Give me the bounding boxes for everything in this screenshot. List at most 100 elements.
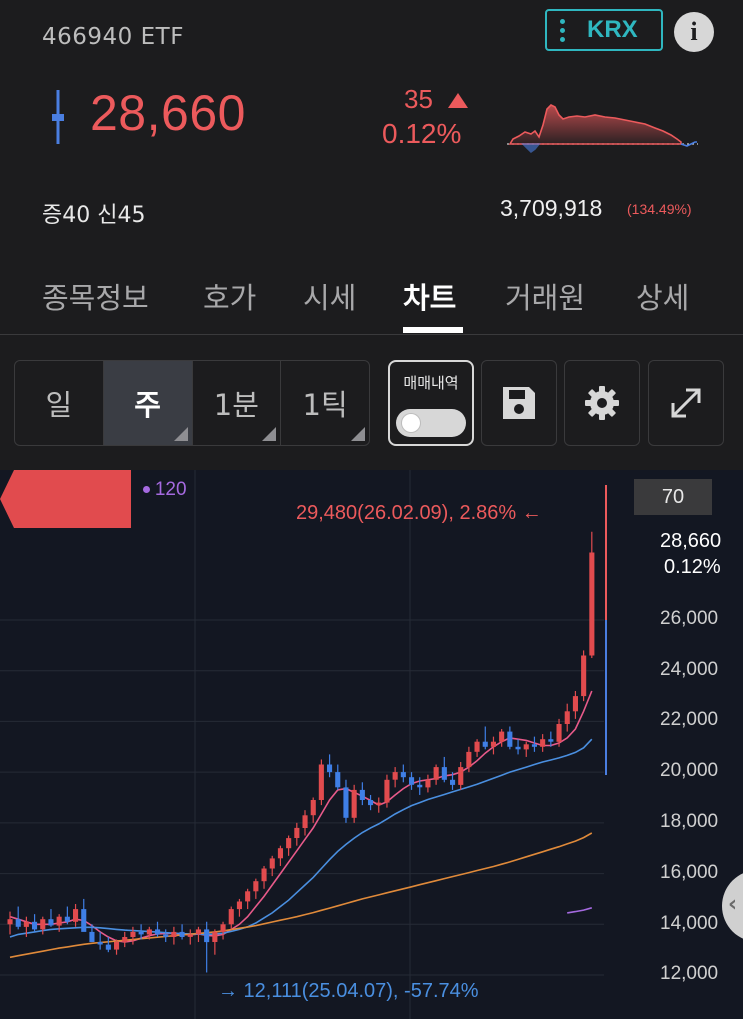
settings-button[interactable] [564,360,640,446]
tab-chart[interactable]: 차트 [403,275,456,317]
candle-body [376,802,382,806]
candle-body [73,909,79,922]
ma-line-120 [567,907,593,914]
candle-body [155,929,161,935]
candle-body [400,772,406,778]
candle-body [138,931,144,935]
candle-body [507,731,513,747]
period-tick[interactable]: 1틱 [281,361,369,445]
y-tick-label: 14,000 [660,913,719,934]
candle-body [187,934,193,937]
chart-toolbar: 일 주 1분 1틱 매매내역 [0,336,743,470]
tab-stock-info[interactable]: 종목정보 [42,275,149,317]
candle-body [474,741,480,752]
candle-body [589,552,595,656]
exchange-label: KRX [587,16,638,43]
candle-body [531,744,537,747]
candle-body [286,838,292,849]
dropdown-corner-icon [262,427,277,441]
toggle-knob [402,414,420,432]
candle-body [212,931,218,942]
save-button[interactable] [481,360,557,446]
stock-code: 466940 ETF [42,24,184,50]
info-icon[interactable]: i [674,12,714,52]
current-price-tag [0,470,131,528]
candle-body [15,919,21,927]
candle-body [40,919,46,930]
overlay-value-box: 70 [634,479,712,515]
period-week-label: 주 [134,388,161,422]
tab-detail[interactable]: 상세 [636,275,689,317]
tab-orderbook[interactable]: 호가 [203,275,256,317]
period-day-label: 일 [45,388,73,422]
candle-body [343,787,349,818]
candle-body [540,739,546,747]
period-week[interactable]: 주 [103,361,193,445]
candle-body [163,934,169,937]
period-day[interactable]: 일 [15,361,104,445]
candle-body [23,921,29,927]
candle-body [310,800,316,816]
exchange-selector[interactable]: KRX [545,9,663,51]
candle-body [146,929,152,935]
candle-body [433,767,439,780]
candle-body [581,655,587,697]
price-chart[interactable]: 5 20 60 120 29,480(26.02.09), 2.86% ← → … [0,470,743,1019]
candle-body [253,881,259,892]
candle-body [548,739,554,742]
candle-body [97,942,103,945]
y-tick-label: 24,000 [660,659,719,680]
candle-body [564,711,570,724]
candle-body [220,924,226,932]
volume-value: 3,709,918 [500,195,603,221]
tab-quotes[interactable]: 시세 [303,275,356,317]
tab-brokers[interactable]: 거래원 [505,275,585,317]
candle-body [48,919,54,926]
candle-body [392,772,398,780]
candle-body [499,731,505,742]
y-tick-label: 20,000 [660,760,719,781]
candle-body [318,764,324,800]
candle-body [458,767,464,785]
period-minute-label: 1분 [213,388,259,422]
current-pct-label: 0.12% [664,556,721,578]
trade-history-label: 매매내역 [403,374,459,392]
current-price: 28,660 [90,85,246,141]
dropdown-corner-icon [173,427,188,441]
candle-body [277,848,283,859]
toggle-switch[interactable] [396,409,466,437]
low-annotation: → 12,111(25.04.07), -57.74% [218,980,479,1002]
candle-body [81,909,87,932]
period-selector: 일 주 1분 1틱 [14,360,370,446]
gear-icon [585,386,619,420]
intraday-sparkline [507,104,698,154]
candle-icon [52,90,64,144]
change-amount: 35 [404,84,433,114]
candle-body [335,772,341,788]
trade-history-toggle[interactable]: 매매내역 [388,360,474,446]
candle-body [351,789,357,818]
candle-body [130,931,136,937]
up-triangle-icon [448,93,468,108]
period-minute[interactable]: 1분 [193,361,282,445]
candle-body [204,929,210,943]
candle-body [466,751,472,768]
candle-body [7,919,13,925]
expand-button[interactable] [648,360,724,446]
y-tick-label: 12,000 [660,963,719,984]
y-tick-label: 26,000 [660,608,719,629]
candle-body [114,942,120,950]
ma-line-60 [9,832,593,959]
candle-body [441,767,447,780]
candle-body [523,744,529,750]
candle-body [261,868,267,882]
change-percent: 0.12% [382,118,462,149]
ma-line-5 [9,690,593,943]
candle-body [302,815,308,828]
candle-body [359,789,365,800]
legend-ma120: 120 [142,479,187,501]
candle-body [105,944,111,950]
high-annotation: 29,480(26.02.09), 2.86% ← [296,502,542,524]
candle-body [425,779,431,788]
candle-body [368,800,374,806]
